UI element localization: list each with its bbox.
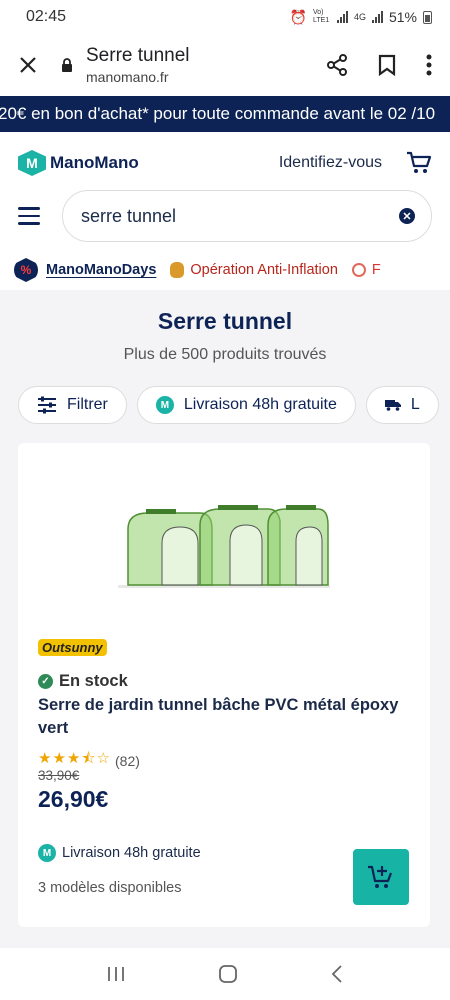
- recent-apps-icon[interactable]: [106, 966, 126, 982]
- money-bag-icon: [170, 262, 185, 278]
- status-icons: ⏰ Vo) LTE1 4G 51%: [290, 9, 432, 26]
- battery-percent: 51%: [388, 9, 417, 25]
- check-circle-icon: ✓: [38, 674, 53, 689]
- page-url-area[interactable]: Serre tunnel manomano.fr: [86, 45, 326, 85]
- review-count: (82): [115, 752, 140, 769]
- alarm-icon: ⏰: [289, 8, 307, 25]
- product-image[interactable]: [118, 503, 330, 593]
- alarm-clock-icon: [351, 263, 366, 277]
- quick-link-flash[interactable]: F: [351, 262, 381, 278]
- signal-icon-2: [371, 11, 383, 23]
- browser-toolbar: Serre tunnel manomano.fr: [0, 34, 450, 96]
- signal-icon: [336, 11, 348, 23]
- old-price: 33,90€: [38, 768, 80, 783]
- login-link[interactable]: Identifiez-vous: [279, 154, 382, 172]
- stock-status: ✓ En stock: [38, 672, 128, 691]
- quick-links: % ManoManoDays Opération Anti-Inflation …: [14, 256, 450, 284]
- promo-banner[interactable]: 20€ en bon d'achat* pour toute commande …: [0, 96, 450, 132]
- chip-label: Livraison 48h gratuite: [183, 396, 337, 413]
- quick-link-anti-inflation[interactable]: Opération Anti-Inflation: [170, 262, 338, 278]
- close-icon: [20, 57, 36, 73]
- chip-label: L: [410, 396, 420, 413]
- logo-text: ManoMano: [50, 153, 139, 172]
- share-icon[interactable]: [326, 54, 348, 76]
- home-icon[interactable]: [218, 964, 238, 984]
- cart-icon[interactable]: [406, 151, 432, 175]
- battery-icon: [423, 10, 432, 24]
- status-bar: 02:45 ⏰ Vo) LTE1 4G 51%: [0, 0, 450, 34]
- brand-logo: Outsunny: [38, 639, 107, 656]
- page-url: manomano.fr: [86, 69, 169, 85]
- delivery-label: Livraison 48h gratuite: [62, 845, 201, 861]
- filter-button[interactable]: Filtrer: [18, 386, 127, 424]
- logo-mark-icon: M: [18, 150, 46, 176]
- search-input[interactable]: serre tunnel ✕: [62, 190, 432, 242]
- back-icon[interactable]: [330, 964, 344, 984]
- current-price: 26,90€: [38, 786, 109, 812]
- manomano-delivery-icon: M: [155, 396, 174, 414]
- truck-icon: [384, 400, 401, 411]
- quick-link-manomanodays[interactable]: % ManoManoDays: [14, 258, 156, 282]
- product-name[interactable]: Serre de jardin tunnel bâche PVC métal é…: [38, 694, 410, 740]
- site-header: M ManoMano Identifiez-vous serre tunnel …: [0, 132, 450, 290]
- clear-search-icon[interactable]: ✕: [399, 208, 415, 224]
- quick-link-label: Opération Anti-Inflation: [190, 262, 338, 278]
- percent-icon: %: [14, 258, 38, 282]
- network-label: 4G: [353, 12, 366, 22]
- page-title: Serre tunnel: [86, 45, 190, 66]
- results-count: Plus de 500 produits trouvés: [123, 346, 327, 363]
- stock-label: En stock: [59, 672, 128, 690]
- filter-chip-truck[interactable]: L: [365, 386, 439, 424]
- promo-text: 20€ en bon d'achat* pour toute commande …: [0, 104, 436, 123]
- lock-icon[interactable]: [56, 57, 78, 73]
- add-to-cart-button[interactable]: [353, 849, 409, 905]
- bookmark-icon[interactable]: [378, 54, 396, 76]
- filter-label: Filtrer: [67, 396, 108, 413]
- quick-link-label: F: [371, 262, 381, 278]
- menu-icon[interactable]: [18, 207, 48, 225]
- filter-chips: Filtrer M Livraison 48h gratuite L: [18, 386, 450, 424]
- volte-label: Vo) LTE1: [312, 9, 330, 24]
- status-time: 02:45: [26, 8, 67, 25]
- more-options-icon[interactable]: [426, 54, 432, 76]
- results-title: Serre tunnel: [157, 308, 293, 334]
- system-nav-bar: [0, 948, 450, 1000]
- delivery-info: M Livraison 48h gratuite: [38, 844, 201, 862]
- manomano-delivery-icon: M: [38, 844, 56, 862]
- close-tab-button[interactable]: [0, 56, 56, 74]
- sliders-icon: [38, 396, 56, 414]
- quick-link-label: ManoManoDays: [46, 262, 157, 278]
- product-card[interactable]: Outsunny ✓ En stock Serre de jardin tunn…: [18, 443, 430, 927]
- models-available[interactable]: 3 modèles disponibles: [38, 880, 181, 896]
- add-to-cart-icon: [368, 865, 393, 888]
- filter-chip-free-delivery[interactable]: M Livraison 48h gratuite: [136, 386, 356, 424]
- manomano-logo[interactable]: M ManoMano: [18, 150, 139, 176]
- search-value: serre tunnel: [81, 205, 177, 226]
